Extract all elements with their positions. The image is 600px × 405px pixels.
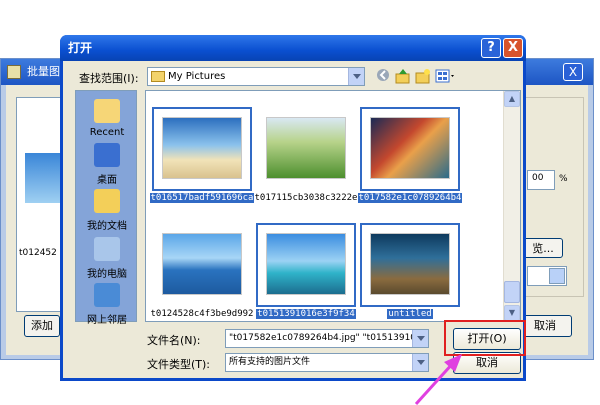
arrow-shaft	[414, 360, 456, 405]
screen: 批量图 X t012452 添加 00 % 览... 取消 打开 ? X 查找范…	[0, 0, 600, 405]
pointer-arrow	[414, 354, 462, 405]
